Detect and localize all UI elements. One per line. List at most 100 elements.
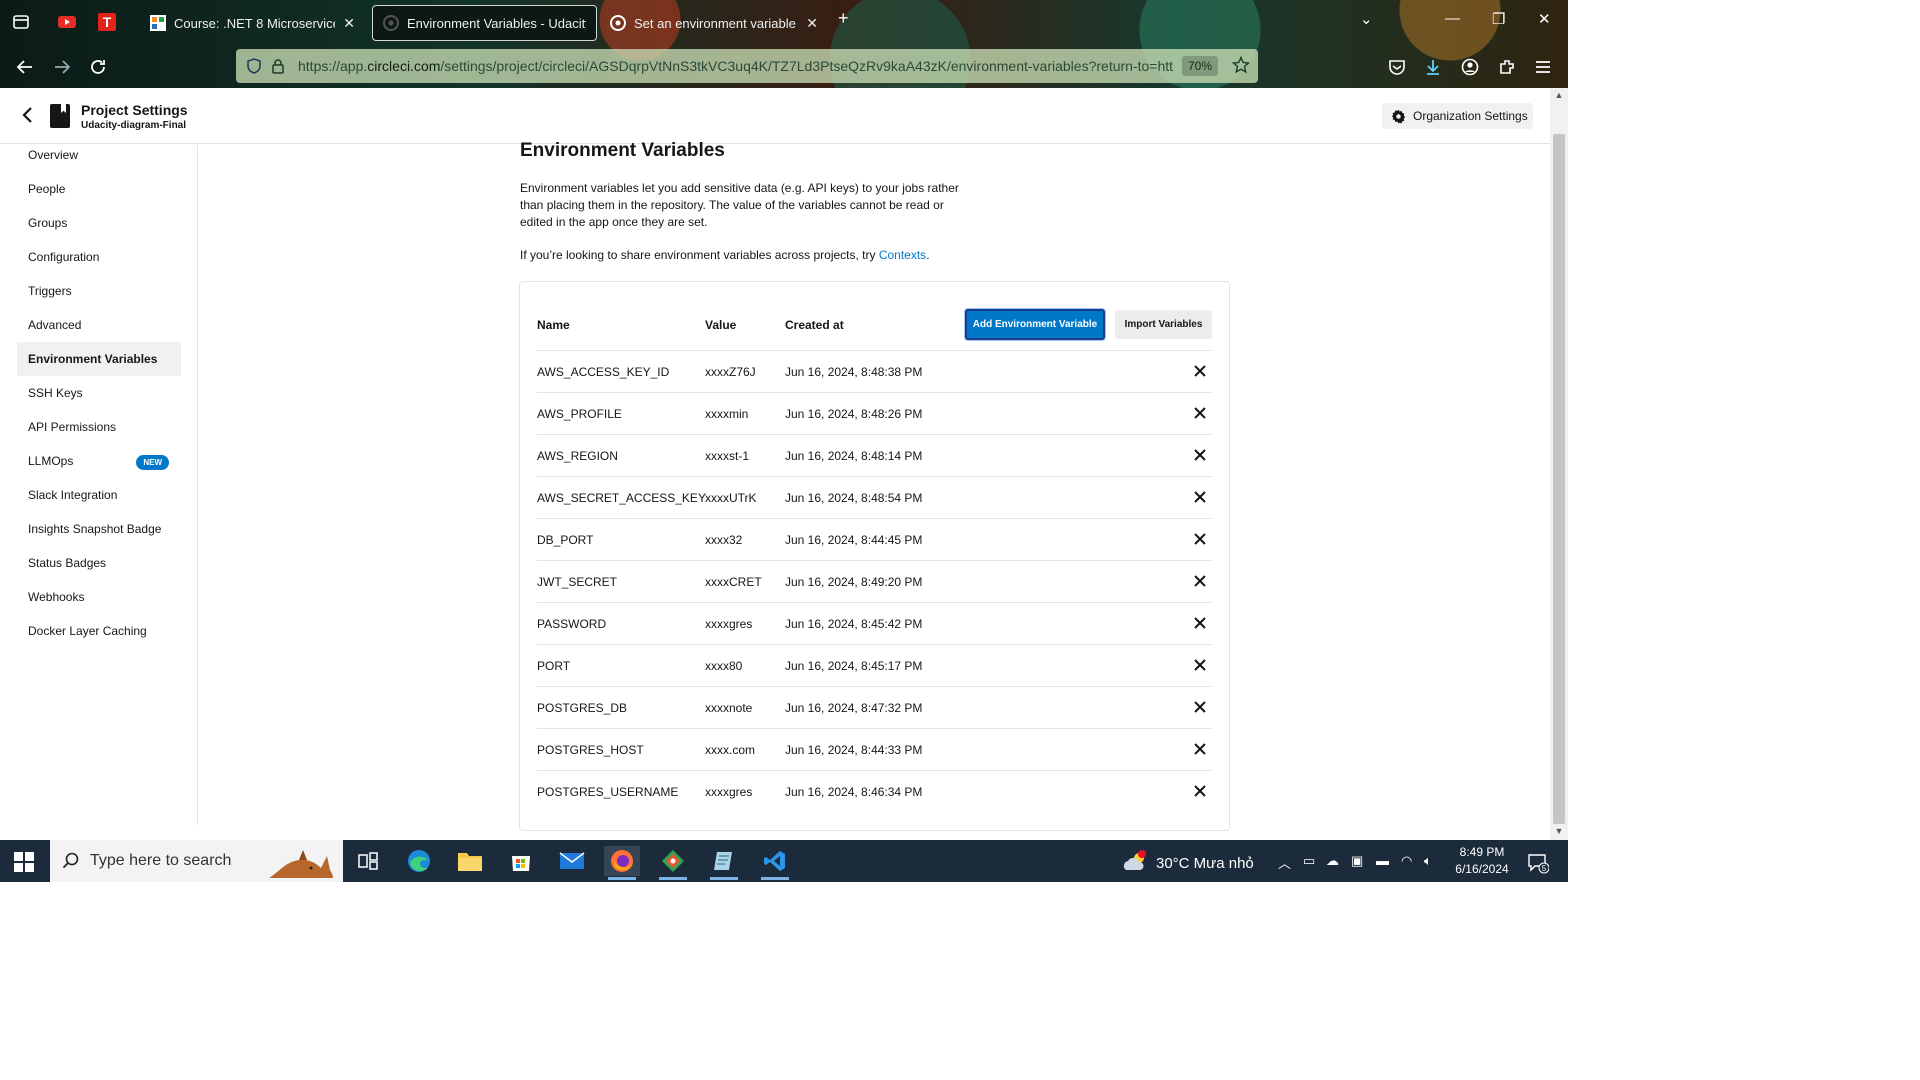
firefox-icon[interactable]: [604, 846, 640, 880]
tab-course[interactable]: Course: .NET 8 Microservices: D ✕: [140, 5, 365, 41]
delete-icon[interactable]: [1193, 658, 1207, 672]
page-scrollbar[interactable]: ▲ ▼: [1550, 88, 1568, 840]
weather-widget[interactable]: 30°C Mưa nhỏ: [1122, 850, 1254, 876]
delete-icon[interactable]: [1193, 532, 1207, 546]
import-variables-button[interactable]: Import Variables: [1115, 310, 1212, 339]
notification-count: 5: [1542, 864, 1547, 873]
column-header-value: Value: [705, 318, 737, 332]
delete-icon[interactable]: [1193, 406, 1207, 420]
notification-center-icon[interactable]: 5: [1527, 852, 1550, 874]
display-icon[interactable]: ▣: [1351, 853, 1363, 869]
vscode-icon[interactable]: [757, 846, 793, 880]
var-value: xxxxgres: [705, 617, 753, 631]
delete-icon[interactable]: [1193, 574, 1207, 588]
mail-icon[interactable]: [554, 846, 590, 876]
delete-icon[interactable]: [1193, 490, 1207, 504]
column-header-created: Created at: [785, 318, 844, 332]
sidebar-item-ssh-keys[interactable]: SSH Keys: [17, 376, 181, 410]
sidebar-item-advanced[interactable]: Advanced: [17, 308, 181, 342]
notes-app-icon[interactable]: [706, 846, 742, 880]
microsoft-store-icon[interactable]: [503, 846, 539, 876]
sidebar-item-docker-layer-caching[interactable]: Docker Layer Caching: [17, 614, 181, 648]
pinned-tab-t-icon[interactable]: T: [96, 11, 118, 33]
new-tab-icon[interactable]: +: [838, 8, 849, 29]
reload-icon[interactable]: [87, 56, 109, 78]
forward-icon[interactable]: [51, 56, 73, 78]
minimize-icon[interactable]: —: [1445, 10, 1460, 27]
onedrive-icon[interactable]: ☁: [1326, 853, 1339, 869]
url-text[interactable]: https://app.circleci.com/settings/projec…: [298, 58, 1176, 74]
contexts-link[interactable]: Contexts: [879, 248, 926, 262]
env-vars-table: AWS_ACCESS_KEY_ID xxxxZ76J Jun 16, 2024, 8…: [537, 350, 1212, 812]
menu-icon[interactable]: [1532, 56, 1554, 78]
address-bar[interactable]: https://app.circleci.com/settings/projec…: [236, 49, 1258, 83]
task-view-icon[interactable]: [350, 846, 386, 876]
account-icon[interactable]: [1459, 56, 1481, 78]
sidebar-item-overview[interactable]: Overview: [17, 138, 181, 172]
sidebar-item-insights-snapshot-badge[interactable]: Insights Snapshot Badge: [17, 512, 181, 546]
git-gui-icon[interactable]: [655, 846, 691, 880]
sidebar-item-configuration[interactable]: Configuration: [17, 240, 181, 274]
extensions-icon[interactable]: [1496, 56, 1518, 78]
meet-now-icon[interactable]: ▭: [1303, 853, 1315, 869]
edge-browser-icon[interactable]: [401, 846, 437, 876]
page-title: Project Settings: [81, 102, 188, 118]
bookmark-star-icon[interactable]: [1231, 55, 1251, 77]
section-description: Environment variables let you add sensit…: [520, 181, 959, 229]
taskbar-search[interactable]: Type here to search: [50, 840, 343, 882]
sidebar-item-environment-variables[interactable]: Environment Variables: [17, 342, 181, 376]
sidebar-item-groups[interactable]: Groups: [17, 206, 181, 240]
back-arrow-icon[interactable]: [18, 105, 38, 125]
sidebar-item-status-badges[interactable]: Status Badges: [17, 546, 181, 580]
var-value: xxxxnote: [705, 701, 753, 715]
volume-icon[interactable]: 🔈︎: [1424, 853, 1432, 869]
youtube-pinned-tab-icon[interactable]: [56, 11, 78, 33]
sidebar-item-label: LLMOps: [28, 454, 74, 468]
list-all-tabs-icon[interactable]: ⌄: [1360, 10, 1373, 28]
delete-icon[interactable]: [1193, 364, 1207, 378]
sidebar-item-slack-integration[interactable]: Slack Integration: [17, 478, 181, 512]
search-icon: [62, 852, 79, 869]
var-created: Jun 16, 2024, 8:45:42 PM: [785, 617, 923, 631]
zoom-level[interactable]: 70%: [1182, 56, 1219, 76]
var-name: DB_PORT: [537, 533, 594, 547]
wifi-icon[interactable]: ◠: [1401, 853, 1412, 869]
restore-icon[interactable]: ❐: [1492, 10, 1505, 28]
table-row: POSTGRES_DB xxxxnote Jun 16, 2024, 8:47:32…: [537, 686, 1212, 728]
close-window-icon[interactable]: ✕: [1538, 10, 1551, 28]
sidebar-item-triggers[interactable]: Triggers: [17, 274, 181, 308]
sidebar-item-people[interactable]: People: [17, 172, 181, 206]
system-clock[interactable]: 8:49 PM 6/16/2024: [1444, 844, 1520, 878]
tab-overview-icon[interactable]: [10, 11, 32, 33]
organization-settings-button[interactable]: Organization Settings: [1382, 103, 1533, 129]
project-icon: [50, 104, 70, 128]
back-icon[interactable]: [14, 56, 36, 78]
tab-set-env-var[interactable]: Set an environment variable ✕: [600, 5, 828, 41]
scroll-up-icon[interactable]: ▲: [1554, 90, 1564, 100]
sidebar-item-api-permissions[interactable]: API Permissions: [17, 410, 181, 444]
delete-icon[interactable]: [1193, 448, 1207, 462]
sidebar-item-webhooks[interactable]: Webhooks: [17, 580, 181, 614]
battery-icon[interactable]: ▬: [1376, 853, 1389, 868]
delete-icon[interactable]: [1193, 784, 1207, 798]
delete-icon[interactable]: [1193, 616, 1207, 630]
lock-icon[interactable]: [268, 56, 288, 76]
delete-icon[interactable]: [1193, 700, 1207, 714]
delete-icon[interactable]: [1193, 742, 1207, 756]
circleci-favicon-icon: [383, 15, 399, 31]
tracking-protection-icon[interactable]: [244, 56, 264, 76]
scroll-down-icon[interactable]: ▼: [1554, 826, 1564, 836]
file-explorer-icon[interactable]: [452, 846, 488, 876]
downloads-icon[interactable]: [1422, 56, 1444, 78]
var-value: xxxxUTrK: [705, 491, 757, 505]
scrollbar-thumb[interactable]: [1553, 134, 1565, 824]
var-created: Jun 16, 2024, 8:48:14 PM: [785, 449, 923, 463]
tab-environment-variables[interactable]: Environment Variables - Udacity: [372, 5, 597, 41]
windows-start-icon[interactable]: [14, 852, 34, 872]
add-environment-variable-button[interactable]: Add Environment Variable: [965, 309, 1105, 340]
show-hidden-icons-icon[interactable]: ︿: [1278, 853, 1291, 872]
sidebar-item-llmops[interactable]: LLMOps NEW: [17, 444, 181, 478]
close-tab-icon[interactable]: ✕: [806, 15, 818, 32]
pocket-icon[interactable]: [1386, 56, 1408, 78]
close-tab-icon[interactable]: ✕: [343, 15, 355, 32]
